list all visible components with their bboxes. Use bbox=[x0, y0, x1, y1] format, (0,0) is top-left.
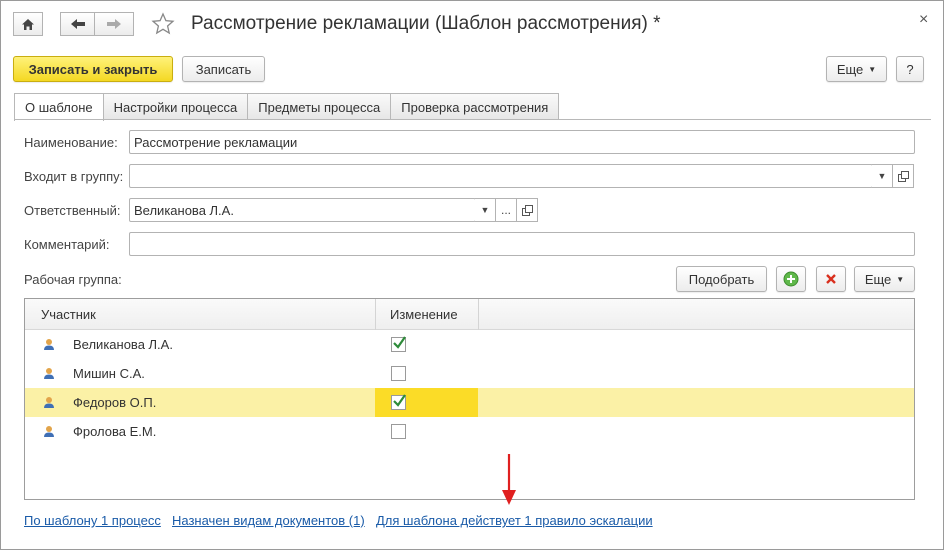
responsible-dropdown-button[interactable]: ▼ bbox=[475, 198, 496, 222]
table-row[interactable]: Фролова Е.М. bbox=[25, 417, 914, 446]
group-dropdown-button[interactable]: ▼ bbox=[872, 164, 893, 188]
tab-about-template[interactable]: О шаблоне bbox=[14, 93, 104, 121]
window: Рассмотрение рекламации (Шаблон рассмотр… bbox=[0, 0, 944, 550]
ellipsis-icon: ... bbox=[500, 203, 511, 217]
back-button[interactable] bbox=[60, 12, 95, 36]
comment-field[interactable] bbox=[129, 232, 915, 256]
pick-button[interactable]: Подобрать bbox=[676, 266, 767, 292]
change-checkbox[interactable] bbox=[391, 424, 406, 439]
delete-row-button[interactable] bbox=[816, 266, 846, 292]
forward-button[interactable] bbox=[94, 12, 134, 36]
column-divider bbox=[375, 299, 376, 330]
checkmark-icon bbox=[393, 394, 406, 407]
group-label: Входит в группу: bbox=[24, 169, 124, 184]
dropdown-arrow-icon: ▼ bbox=[868, 64, 877, 74]
add-circle-icon bbox=[783, 271, 799, 287]
name-label: Наименование: bbox=[24, 135, 118, 150]
name-field[interactable]: Рассмотрение рекламации bbox=[129, 130, 915, 154]
dropdown-arrow-icon: ▼ bbox=[896, 274, 905, 284]
link-document-types[interactable]: Назначен видам документов (1) bbox=[172, 513, 365, 528]
change-checkbox[interactable] bbox=[391, 336, 406, 352]
workgroup-table[interactable]: Участник Изменение Великанова Л.А. Мишин… bbox=[24, 298, 915, 500]
more-label: Еще bbox=[864, 271, 892, 287]
open-icon bbox=[521, 204, 533, 216]
table-row-selected[interactable]: Федоров О.П. bbox=[25, 388, 914, 417]
responsible-select-button[interactable]: ... bbox=[496, 198, 517, 222]
participant-name: Федоров О.П. bbox=[73, 395, 157, 410]
favorite-star-icon[interactable] bbox=[151, 12, 175, 39]
group-field[interactable] bbox=[129, 164, 873, 188]
arrow-right-icon bbox=[107, 19, 121, 29]
open-icon bbox=[897, 170, 909, 182]
more-label: Еще bbox=[836, 61, 864, 77]
checkmark-icon bbox=[393, 336, 406, 349]
chevron-down-icon: ▼ bbox=[877, 171, 887, 181]
tab-process-subjects[interactable]: Предметы процесса bbox=[247, 93, 392, 120]
home-icon bbox=[22, 18, 34, 30]
page-title: Рассмотрение рекламации (Шаблон рассмотр… bbox=[191, 13, 661, 34]
table-header: Участник Изменение bbox=[25, 299, 914, 330]
participant-name: Фролова Е.М. bbox=[73, 424, 157, 439]
link-escalation-rules[interactable]: Для шаблона действует 1 правило эскалаци… bbox=[376, 513, 653, 528]
tab-review-check[interactable]: Проверка рассмотрения bbox=[390, 93, 560, 120]
tab-process-settings[interactable]: Настройки процесса bbox=[102, 93, 249, 120]
user-icon bbox=[44, 339, 54, 350]
user-icon bbox=[44, 368, 54, 379]
comment-label: Комментарий: bbox=[24, 237, 110, 252]
column-header-change[interactable]: Изменение bbox=[390, 307, 458, 322]
table-row[interactable]: Мишин С.А. bbox=[25, 359, 914, 388]
more-button[interactable]: Еще ▼ bbox=[826, 56, 887, 82]
responsible-field[interactable]: Великанова Л.А. bbox=[129, 198, 476, 222]
save-and-close-button[interactable]: Записать и закрыть bbox=[13, 56, 173, 82]
table-row[interactable]: Великанова Л.А. bbox=[25, 330, 914, 359]
change-checkbox[interactable] bbox=[391, 394, 406, 410]
workgroup-label: Рабочая группа: bbox=[24, 272, 122, 287]
user-icon bbox=[44, 426, 54, 437]
participant-name: Мишин С.А. bbox=[73, 366, 145, 381]
home-button[interactable] bbox=[13, 12, 43, 36]
arrow-left-icon bbox=[70, 19, 85, 29]
responsible-label: Ответственный: bbox=[24, 203, 121, 218]
annotation-arrow-icon bbox=[502, 454, 516, 505]
delete-x-icon bbox=[826, 274, 836, 284]
link-processes-by-template[interactable]: По шаблону 1 процесс bbox=[24, 513, 161, 528]
workgroup-more-button[interactable]: Еще ▼ bbox=[854, 266, 915, 292]
column-header-participant[interactable]: Участник bbox=[41, 307, 96, 322]
close-icon[interactable]: × bbox=[919, 11, 928, 29]
save-button[interactable]: Записать bbox=[182, 56, 265, 82]
user-icon bbox=[44, 397, 54, 408]
column-divider bbox=[478, 299, 479, 330]
participant-name: Великанова Л.А. bbox=[73, 337, 173, 352]
chevron-down-icon: ▼ bbox=[480, 205, 490, 215]
add-row-button[interactable] bbox=[776, 266, 806, 292]
help-button[interactable]: ? bbox=[896, 56, 924, 82]
change-checkbox[interactable] bbox=[391, 366, 406, 381]
responsible-open-button[interactable] bbox=[517, 198, 538, 222]
group-open-button[interactable] bbox=[893, 164, 914, 188]
tab-bar: О шаблоне Настройки процесса Предметы пр… bbox=[14, 93, 560, 121]
